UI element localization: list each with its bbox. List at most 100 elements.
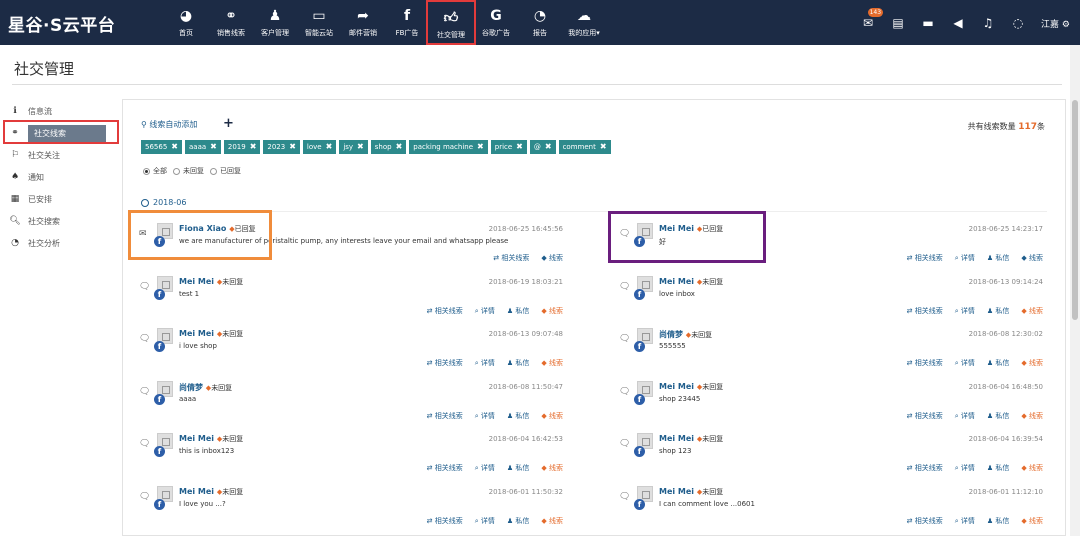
remove-tag-icon[interactable]: ✖: [210, 140, 217, 154]
related-leads-button[interactable]: ⇄ 相关线索: [907, 463, 943, 473]
radio-replied[interactable]: 已回复: [210, 166, 241, 176]
nav-my-apps[interactable]: ☁ 我的应用▾: [556, 0, 612, 45]
keyword-tag[interactable]: price ✖: [490, 140, 527, 154]
remove-tag-icon[interactable]: ✖: [326, 140, 333, 154]
private-message-button[interactable]: ♟ 私信: [987, 358, 1010, 368]
leads-button[interactable]: ◆ 线索: [541, 463, 563, 473]
detail-button[interactable]: ⌕ 详情: [955, 358, 975, 368]
related-leads-button[interactable]: ⇄ 相关线索: [907, 516, 943, 526]
private-message-button[interactable]: ♟ 私信: [987, 306, 1010, 316]
lead-author[interactable]: Mei Mei ◆未回复: [179, 277, 243, 287]
keyword-tag[interactable]: @ ✖: [529, 140, 556, 154]
remove-tag-icon[interactable]: ✖: [516, 140, 523, 154]
related-leads-button[interactable]: ⇄ 相关线索: [907, 253, 943, 263]
private-message-button[interactable]: ♟ 私信: [987, 411, 1010, 421]
lead-author[interactable]: Mei Mei ◆未回复: [659, 382, 723, 392]
leads-button[interactable]: ◆ 线索: [1021, 253, 1043, 263]
detail-button[interactable]: ⌕ 详情: [475, 516, 495, 526]
leads-button[interactable]: ◆ 线索: [541, 253, 563, 263]
lead-author[interactable]: Mei Mei ◆未回复: [659, 277, 723, 287]
keyword-tag[interactable]: 56565 ✖: [141, 140, 182, 154]
keyword-tag[interactable]: packing machine ✖: [409, 140, 488, 154]
private-message-button[interactable]: ♟ 私信: [987, 516, 1010, 526]
remove-tag-icon[interactable]: ✖: [171, 140, 178, 154]
leads-button[interactable]: ◆ 线索: [541, 306, 563, 316]
detail-button[interactable]: ⌕ 详情: [955, 516, 975, 526]
remove-tag-icon[interactable]: ✖: [289, 140, 296, 154]
keyword-tag[interactable]: love ✖: [302, 140, 337, 154]
related-leads-button[interactable]: ⇄ 相关线索: [427, 463, 463, 473]
remove-tag-icon[interactable]: ✖: [250, 140, 257, 154]
lead-author[interactable]: Mei Mei ◆未回复: [179, 434, 243, 444]
leads-button[interactable]: ◆ 线索: [541, 516, 563, 526]
sidebar-item-scheduled[interactable]: ▦ 已安排: [8, 190, 108, 208]
sidebar-item-social-search[interactable]: 🔍︎ 社交搜索: [8, 212, 108, 230]
private-message-button[interactable]: ♟ 私信: [507, 411, 530, 421]
keyword-tag[interactable]: shop ✖: [370, 140, 407, 154]
private-message-button[interactable]: ♟ 私信: [507, 358, 530, 368]
private-message-button[interactable]: ♟ 私信: [987, 463, 1010, 473]
related-leads-button[interactable]: ⇄ 相关线索: [907, 358, 943, 368]
leads-button[interactable]: ◆ 线索: [541, 358, 563, 368]
radio-all[interactable]: 全部: [143, 166, 167, 176]
related-leads-button[interactable]: ⇄ 相关线索: [427, 411, 463, 421]
keyword-tag[interactable]: jsy ✖: [339, 140, 368, 154]
keyword-tag[interactable]: aaaa ✖: [184, 140, 221, 154]
detail-button[interactable]: ⌕ 详情: [955, 463, 975, 473]
private-message-button[interactable]: ♟ 私信: [507, 463, 530, 473]
book-icon[interactable]: ▤: [891, 16, 905, 30]
detail-button[interactable]: ⌕ 详情: [955, 411, 975, 421]
user-menu[interactable]: 江嘉 ⚙: [1041, 17, 1070, 30]
sidebar-item-social-analytics[interactable]: ◔ 社交分析: [8, 234, 108, 252]
megaphone-icon[interactable]: ◀: [951, 16, 965, 30]
keyword-tag[interactable]: comment ✖: [558, 140, 611, 154]
lead-author[interactable]: 尚倩梦 ◆未回复: [179, 382, 232, 393]
leads-button[interactable]: ◆ 线索: [541, 411, 563, 421]
leads-button[interactable]: ◆ 线索: [1021, 358, 1043, 368]
private-message-button[interactable]: ♟ 私信: [987, 253, 1010, 263]
add-keyword-button[interactable]: +: [223, 116, 234, 131]
lead-author[interactable]: Mei Mei ◆未回复: [179, 487, 243, 497]
remove-tag-icon[interactable]: ✖: [396, 140, 403, 154]
related-leads-button[interactable]: ⇄ 相关线索: [907, 306, 943, 316]
page-scrollbar[interactable]: [1070, 45, 1080, 536]
keyword-tag[interactable]: 2023 ✖: [263, 140, 300, 154]
related-leads-button[interactable]: ⇄ 相关线索: [907, 411, 943, 421]
scrollbar-thumb[interactable]: [1072, 100, 1078, 320]
detail-button[interactable]: ⌕ 详情: [955, 253, 975, 263]
related-leads-button[interactable]: ⇄ 相关线索: [493, 253, 529, 263]
lead-author[interactable]: Mei Mei ◆未回复: [179, 329, 243, 339]
chat-icon[interactable]: ◌: [1011, 16, 1025, 30]
auto-add-leads-link[interactable]: ⚲ 线索自动添加: [141, 119, 197, 130]
leads-button[interactable]: ◆ 线索: [1021, 411, 1043, 421]
lead-author[interactable]: 尚倩梦 ◆未回复: [659, 329, 712, 340]
inbox-icon[interactable]: ▬: [921, 16, 935, 30]
mail-icon[interactable]: ✉ 143: [861, 8, 884, 30]
private-message-button[interactable]: ♟ 私信: [507, 516, 530, 526]
detail-button[interactable]: ⌕ 详情: [475, 306, 495, 316]
sidebar-item-social-follow[interactable]: ⚐ 社交关注: [8, 146, 108, 164]
gear-icon[interactable]: ⚙: [1062, 20, 1070, 30]
sidebar-item-feed[interactable]: ℹ 信息流: [8, 102, 108, 120]
detail-button[interactable]: ⌕ 详情: [475, 358, 495, 368]
sidebar-item-notifications[interactable]: ♠ 通知: [8, 168, 108, 186]
keyword-tag[interactable]: 2019 ✖: [223, 140, 261, 154]
remove-tag-icon[interactable]: ✖: [477, 140, 484, 154]
leads-button[interactable]: ◆ 线索: [1021, 463, 1043, 473]
radio-unreplied[interactable]: 未回复: [173, 166, 204, 176]
related-leads-button[interactable]: ⇄ 相关线索: [427, 306, 463, 316]
brand-logo[interactable]: 星谷·S云平台: [8, 11, 115, 36]
leads-button[interactable]: ◆ 线索: [1021, 306, 1043, 316]
detail-button[interactable]: ⌕ 详情: [955, 306, 975, 316]
detail-button[interactable]: ⌕ 详情: [475, 411, 495, 421]
remove-tag-icon[interactable]: ✖: [600, 140, 607, 154]
related-leads-button[interactable]: ⇄ 相关线索: [427, 516, 463, 526]
private-message-button[interactable]: ♟ 私信: [507, 306, 530, 316]
leads-button[interactable]: ◆ 线索: [1021, 516, 1043, 526]
related-leads-button[interactable]: ⇄ 相关线索: [427, 358, 463, 368]
bell-icon[interactable]: ♫: [981, 16, 995, 30]
lead-author[interactable]: Mei Mei ◆未回复: [659, 487, 723, 497]
lead-author[interactable]: Mei Mei ◆未回复: [659, 434, 723, 444]
remove-tag-icon[interactable]: ✖: [357, 140, 364, 154]
remove-tag-icon[interactable]: ✖: [545, 140, 552, 154]
